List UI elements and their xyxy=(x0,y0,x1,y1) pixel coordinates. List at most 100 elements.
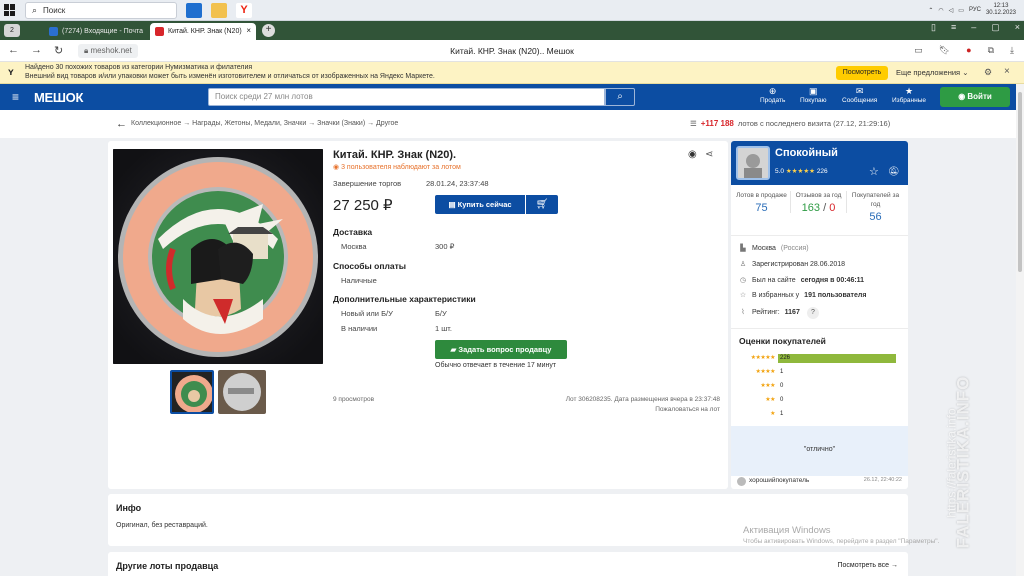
nav-favorites[interactable]: ★ Избранные xyxy=(892,87,926,105)
language-indicator[interactable]: РУС xyxy=(969,7,981,13)
rating-row-stars: ★★★★ xyxy=(755,369,775,375)
protect-icon[interactable]: ● xyxy=(966,45,971,56)
hamburger-menu-icon[interactable]: ≡ xyxy=(12,91,19,103)
maximize-icon[interactable]: ▢ xyxy=(991,22,1000,33)
close-tab-icon[interactable]: × xyxy=(246,26,251,35)
buy-now-button[interactable]: ▤ Купить сейчас xyxy=(435,195,525,214)
stat-buyers[interactable]: Покупателей за год 56 xyxy=(847,191,904,223)
stat-lots[interactable]: Лотов в продаже 75 xyxy=(733,191,790,214)
seller-city-value: Москва xyxy=(752,244,776,252)
eye-small-icon: ◉ xyxy=(333,164,342,171)
market-logo-icon: ʏ xyxy=(8,67,14,78)
minimize-icon[interactable]: – xyxy=(971,22,976,33)
site-logo[interactable]: МЕШОК xyxy=(34,90,83,105)
help-icon[interactable]: ? xyxy=(807,307,819,319)
rating-row-count: 0 xyxy=(780,383,784,389)
delivery-price: 300 ₽ xyxy=(435,242,455,251)
product-photo[interactable] xyxy=(113,149,323,364)
share-icon[interactable]: ⋖ xyxy=(705,149,713,160)
tray-chevron-icon[interactable]: ⌃ xyxy=(928,7,933,14)
stat-lots-label: Лотов в продаже xyxy=(736,192,787,199)
login-button[interactable]: ◉ Войти xyxy=(940,87,1010,107)
seller-fav-prefix: В избранных у xyxy=(752,291,800,299)
bag-icon: ▣ xyxy=(808,86,818,96)
see-all-link[interactable]: Посмотреть все → xyxy=(837,562,898,569)
cart-icon: 🛒︎ xyxy=(535,199,549,210)
yandex-browser-icon[interactable]: Y xyxy=(236,3,252,18)
breadcrumb[interactable]: Коллекционное → Награды, Жетоны, Медали,… xyxy=(131,120,398,127)
seller-favorites: ☆ В избранных у 191 пользователя xyxy=(739,291,867,300)
new-lots-count: +117 188 xyxy=(700,119,734,128)
mute-bell-icon[interactable]: 🔕︎ xyxy=(888,166,899,177)
star-outline-icon: ☆ xyxy=(739,292,747,299)
start-button[interactable] xyxy=(4,4,16,16)
page-title: Китай. КНР. Знак (N20).. Мешок xyxy=(450,46,574,56)
avatar[interactable] xyxy=(736,146,770,180)
payment-value: Наличные xyxy=(341,276,377,285)
lot-title: Китай. КНР. Знак (N20). xyxy=(333,149,457,161)
address-bar: ← → ↻ 🔒︎ meshok.net Китай. КНР. Знак (N2… xyxy=(0,40,1024,62)
back-arrow-icon[interactable]: ← xyxy=(116,118,127,130)
bookmark-icon[interactable]: 🔖︎ xyxy=(939,45,950,56)
review-user[interactable]: хорошийпокупатель xyxy=(749,477,809,484)
seller-city: ▙ Москва (Россия) xyxy=(739,244,808,253)
favorite-seller-star-icon[interactable]: ☆ xyxy=(869,165,879,178)
complain-link[interactable]: Пожаловаться на лот xyxy=(655,406,720,413)
nav-buying[interactable]: ▣ Покупаю xyxy=(800,87,826,105)
thumbnail-front[interactable] xyxy=(170,370,214,414)
other-lots-title: Другие лоты продавца xyxy=(116,561,219,571)
volume-icon[interactable]: ◁ xyxy=(949,7,954,14)
battery-icon[interactable]: ▭ xyxy=(958,7,964,14)
visit-info[interactable]: ☰ +117 188 лотов с последнего визита (27… xyxy=(690,119,890,128)
seller-online-value: сегодня в 00:46:11 xyxy=(800,276,865,284)
site-header: ≡ МЕШОК Поиск среди 27 млн лотов ⌕ ⊕ Про… xyxy=(0,84,1016,110)
wifi-icon[interactable]: ◠ xyxy=(938,7,943,14)
search-icon: ⌕ xyxy=(32,5,38,15)
seller-rating: 5.0 ★★★★★ 226 xyxy=(775,167,828,175)
gear-icon[interactable]: ⚙ xyxy=(984,67,992,78)
page-scrollbar[interactable] xyxy=(1016,84,1024,576)
tab-counter[interactable]: 2 xyxy=(4,24,20,37)
taskbar-search[interactable]: ⌕ Поиск xyxy=(25,2,177,19)
explorer-icon[interactable] xyxy=(211,3,227,18)
thumbnail-back[interactable] xyxy=(218,370,266,414)
list-icon: ☰ xyxy=(690,119,697,128)
tabs-menu-icon[interactable]: ▯ xyxy=(931,22,936,33)
nav-messages[interactable]: ✉ Сообщения xyxy=(842,87,877,105)
close-window-icon[interactable]: × xyxy=(1015,22,1020,33)
star-icon: ★ xyxy=(904,86,914,96)
new-tab-button[interactable]: + xyxy=(262,24,275,37)
extensions-icon[interactable]: ⧉ xyxy=(988,45,994,56)
lot-info: Лот 306208235. Дата размещения вчера в 2… xyxy=(565,396,720,403)
site-search-button[interactable]: ⌕ xyxy=(605,88,635,106)
search-icon: ⌕ xyxy=(617,91,623,102)
nav-sell[interactable]: ⊕ Продать xyxy=(760,87,785,105)
tab-mail[interactable]: (7274) Входящие - Почта xyxy=(44,23,148,40)
mail-app-icon[interactable] xyxy=(186,3,202,18)
rating-row: ★★★★ 1 xyxy=(739,368,899,377)
more-offers-dropdown[interactable]: Еще предложения ⌄ xyxy=(896,66,968,80)
ask-seller-button[interactable]: ▰ Задать вопрос продавцу xyxy=(435,340,567,359)
seller-name[interactable]: Спокойный xyxy=(775,147,838,159)
stat-reviews[interactable]: Отзывов за год 163 / 0 xyxy=(790,191,847,214)
scrollbar-thumb[interactable] xyxy=(1018,92,1022,272)
close-icon[interactable]: × xyxy=(1004,66,1010,77)
clock[interactable]: 12:13 30.12.2023 xyxy=(986,3,1016,17)
stat-reviews-label: Отзывов за год xyxy=(795,192,842,199)
reviews-sep: / xyxy=(823,202,827,214)
site-search-input[interactable]: Поиск среди 27 млн лотов xyxy=(208,88,605,106)
rating-bar xyxy=(778,382,896,391)
reader-icon[interactable]: ▭ xyxy=(914,45,923,56)
tab-mail-label: (7274) Входящие - Почта xyxy=(62,28,144,35)
rating-stars: ★★★★★ xyxy=(785,168,815,175)
add-to-cart-button[interactable]: 🛒︎ xyxy=(526,195,558,214)
menu-icon[interactable]: ≡ xyxy=(951,22,956,33)
stock-label: В наличии xyxy=(341,324,378,333)
badge-image xyxy=(113,149,323,364)
ratings-title: Оценки покупателей xyxy=(739,336,826,346)
look-button[interactable]: Посмотреть xyxy=(836,66,888,80)
tab-lot[interactable]: Китай. КНР. Знак (N20) × xyxy=(150,23,256,40)
tab-lot-label: Китай. КНР. Знак (N20) xyxy=(168,28,242,35)
download-icon[interactable]: ⤓ xyxy=(1010,45,1014,56)
watch-eye-icon[interactable]: ◉ xyxy=(688,149,697,160)
